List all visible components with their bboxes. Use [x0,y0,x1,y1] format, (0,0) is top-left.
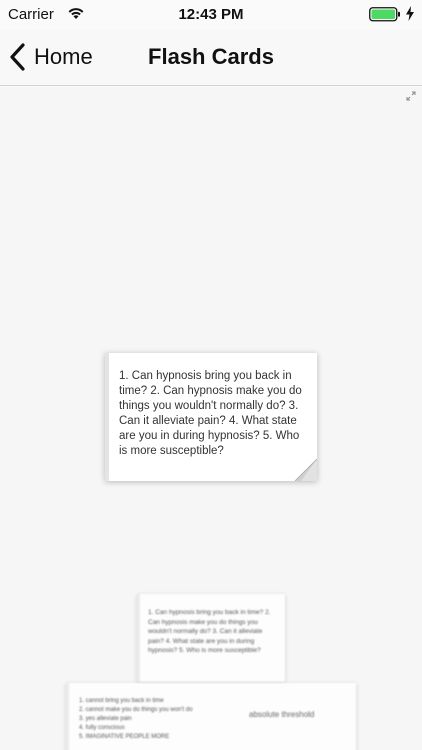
flash-card-stack-2[interactable]: 1. cannot bring you back in time 2. cann… [66,683,356,750]
status-bar: Carrier 12:43 PM [0,0,422,30]
page-title: Flash Cards [148,44,274,69]
navigation-bar: Home Flash Cards [0,30,422,86]
flash-card-stack-1[interactable]: 1. Can hypnosis bring you back in time? … [137,594,285,682]
stack-card-note: 2. cannot make you do things you won't d… [79,707,193,713]
stack-card-note: 5. IMAGINATIVE PEOPLE MORE [79,734,170,740]
status-time: 12:43 PM [178,6,244,23]
page-curl-icon[interactable] [295,459,317,481]
stack-card-note: 4. fully conscious [79,725,125,731]
stack-card-term: absolute threshold [249,710,315,719]
stack-card-note: 1. cannot bring you back in time [79,698,164,704]
bolt-icon [406,6,414,21]
flash-card-area: 1. Can hypnosis bring you back in time? … [0,87,422,750]
flash-card-front[interactable]: 1. Can hypnosis bring you back in time? … [105,353,317,481]
stack-card-note: 3. yes alleviate pain [79,716,132,722]
stack-card-question: 1. Can hypnosis bring you back in time? … [148,609,271,654]
flash-card-question: 1. Can hypnosis bring you back in time? … [119,370,302,457]
battery-icon [369,7,400,22]
stack-card-notes: 1. cannot bring you back in time 2. cann… [79,697,229,742]
expand-icon[interactable] [406,91,416,101]
